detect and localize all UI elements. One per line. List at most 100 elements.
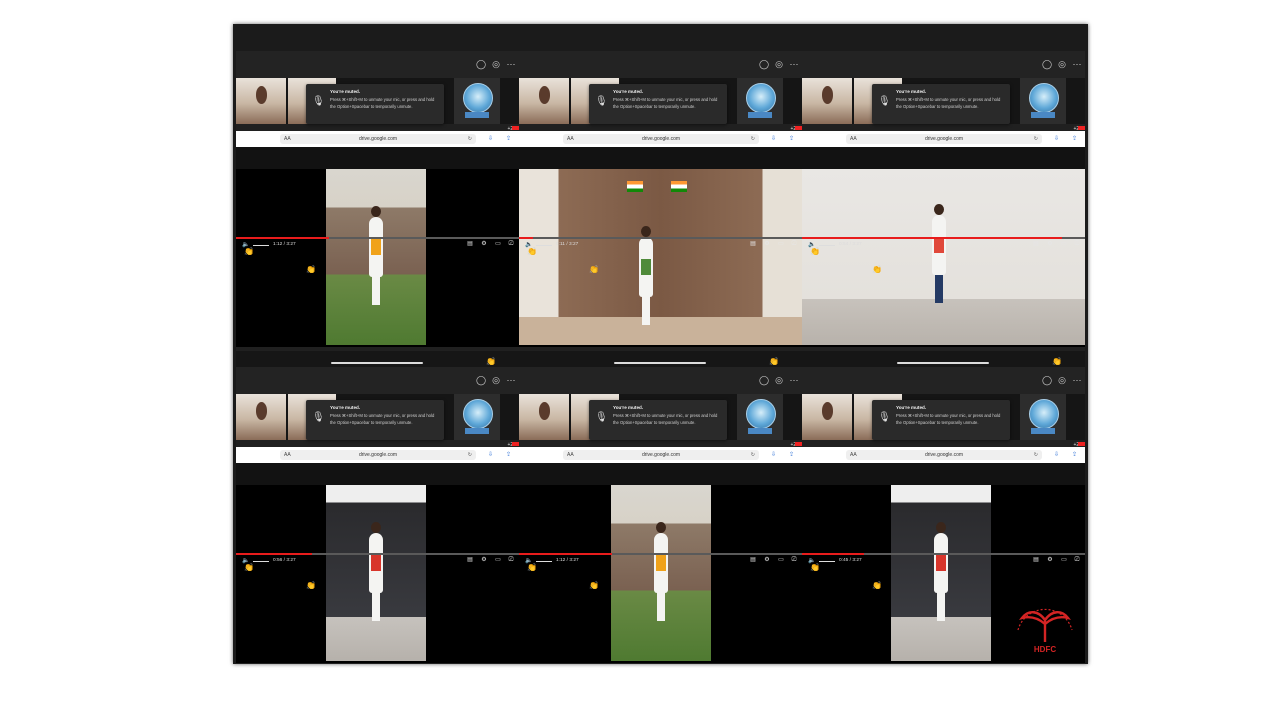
presenter-logo-tile[interactable]: [454, 394, 500, 440]
people-icon[interactable]: ◯: [476, 375, 486, 385]
picture-in-picture-icon[interactable]: ▭: [1060, 557, 1068, 564]
captions-icon[interactable]: ▤: [1032, 241, 1040, 248]
cast-icon[interactable]: ⎚: [1073, 241, 1081, 248]
activities-icon[interactable]: ◎: [1057, 59, 1067, 69]
more-icon[interactable]: ⋯: [789, 375, 799, 385]
download-icon[interactable]: ⇩: [1054, 451, 1059, 458]
participant-tile[interactable]: [802, 394, 852, 440]
more-icon[interactable]: ⋯: [789, 59, 799, 69]
clapping-hands-icon: 👏: [589, 265, 599, 274]
address-bar[interactable]: AA drive.google.com ↻: [846, 450, 1042, 460]
captions-icon[interactable]: ▤: [1032, 557, 1040, 564]
video-player[interactable]: [519, 169, 802, 347]
activities-icon[interactable]: ◎: [491, 375, 501, 385]
people-icon[interactable]: ◯: [1042, 59, 1052, 69]
reload-icon[interactable]: ↻: [751, 452, 755, 458]
settings-icon[interactable]: ⚙: [480, 241, 488, 248]
download-icon[interactable]: ⇩: [1054, 135, 1059, 142]
reload-icon[interactable]: ↻: [751, 136, 755, 142]
activities-icon[interactable]: ◎: [1057, 375, 1067, 385]
presenter-logo-tile[interactable]: [454, 78, 500, 124]
picture-in-picture-icon[interactable]: ▭: [777, 241, 785, 248]
participant-tile[interactable]: [236, 394, 286, 440]
captions-icon[interactable]: ▤: [466, 557, 474, 564]
participant-tile[interactable]: [519, 394, 569, 440]
dancer-legs: [657, 593, 665, 621]
address-bar[interactable]: AA drive.google.com ↻: [280, 134, 476, 144]
participant-tile[interactable]: [236, 78, 286, 124]
reload-icon[interactable]: ↻: [468, 452, 472, 458]
volume-slider[interactable]: [819, 561, 835, 562]
address-host: drive.google.com: [924, 452, 964, 458]
share-icon[interactable]: ⇪: [506, 135, 511, 142]
settings-icon[interactable]: ⚙: [1046, 557, 1054, 564]
reload-icon[interactable]: ↻: [1034, 136, 1038, 142]
download-icon[interactable]: ⇩: [771, 451, 776, 458]
download-icon[interactable]: ⇩: [488, 135, 493, 142]
volume-slider[interactable]: [253, 245, 269, 246]
volume-slider[interactable]: [819, 245, 835, 246]
picture-in-picture-icon[interactable]: ▭: [1060, 241, 1068, 248]
settings-icon[interactable]: ⚙: [480, 557, 488, 564]
presenter-logo-tile[interactable]: [1020, 394, 1066, 440]
picture-in-picture-icon[interactable]: ▭: [494, 557, 502, 564]
captions-icon[interactable]: ▤: [749, 557, 757, 564]
participant-tile[interactable]: [519, 78, 569, 124]
share-icon[interactable]: ⇪: [1072, 135, 1077, 142]
address-bar[interactable]: AA drive.google.com ↻: [563, 134, 759, 144]
share-icon[interactable]: ⇪: [789, 451, 794, 458]
video-frame: [611, 485, 711, 661]
video-player[interactable]: [236, 485, 519, 663]
cast-icon[interactable]: ⎚: [790, 241, 798, 248]
download-icon[interactable]: ⇩: [488, 451, 493, 458]
presenter-logo-tile[interactable]: [737, 394, 783, 440]
video-player[interactable]: [236, 169, 519, 347]
video-player[interactable]: [802, 169, 1085, 347]
dancer-sash: [641, 259, 651, 275]
reload-icon[interactable]: ↻: [468, 136, 472, 142]
cast-icon[interactable]: ⎚: [1073, 557, 1081, 564]
settings-icon[interactable]: ⚙: [763, 241, 771, 248]
people-icon[interactable]: ◯: [759, 375, 769, 385]
cast-icon[interactable]: ⎚: [507, 241, 515, 248]
address-bar[interactable]: AA drive.google.com ↻: [846, 134, 1042, 144]
activities-icon[interactable]: ◎: [491, 59, 501, 69]
cast-icon[interactable]: ⎚: [790, 557, 798, 564]
settings-icon[interactable]: ⚙: [763, 557, 771, 564]
address-bar[interactable]: AA drive.google.com ↻: [563, 450, 759, 460]
people-icon[interactable]: ◯: [1042, 375, 1052, 385]
dancer-head: [934, 204, 944, 215]
window-topbar: ◯ ◎ ⋯: [802, 367, 1085, 394]
clapping-hands-icon: 👏: [810, 563, 820, 572]
presenter-logo-tile[interactable]: [737, 78, 783, 124]
more-icon[interactable]: ⋯: [506, 59, 516, 69]
settings-icon[interactable]: ⚙: [1046, 241, 1054, 248]
more-icon[interactable]: ⋯: [1072, 375, 1082, 385]
muted-toast: 🎙 You're muted. Press ⌘+Shift+M to unmute …: [872, 84, 1010, 124]
people-icon[interactable]: ◯: [476, 59, 486, 69]
more-icon[interactable]: ⋯: [1072, 59, 1082, 69]
cast-icon[interactable]: ⎚: [507, 557, 515, 564]
reload-icon[interactable]: ↻: [1034, 452, 1038, 458]
share-icon[interactable]: ⇪: [789, 135, 794, 142]
volume-slider[interactable]: [536, 245, 552, 246]
captions-icon[interactable]: ▤: [749, 241, 757, 248]
clapping-hands-icon: 👏: [810, 247, 820, 256]
download-icon[interactable]: ⇩: [771, 135, 776, 142]
presenter-logo-tile[interactable]: [1020, 78, 1066, 124]
activities-icon[interactable]: ◎: [774, 59, 784, 69]
activities-icon[interactable]: ◎: [774, 375, 784, 385]
share-icon[interactable]: ⇪: [1072, 451, 1077, 458]
video-player[interactable]: [519, 485, 802, 663]
captions-icon[interactable]: ▤: [466, 241, 474, 248]
more-icon[interactable]: ⋯: [506, 375, 516, 385]
share-icon[interactable]: ⇪: [506, 451, 511, 458]
bottom-bar: [802, 351, 1085, 367]
participant-tile[interactable]: [802, 78, 852, 124]
people-icon[interactable]: ◯: [759, 59, 769, 69]
volume-slider[interactable]: [536, 561, 552, 562]
picture-in-picture-icon[interactable]: ▭: [494, 241, 502, 248]
address-bar[interactable]: AA drive.google.com ↻: [280, 450, 476, 460]
picture-in-picture-icon[interactable]: ▭: [777, 557, 785, 564]
volume-slider[interactable]: [253, 561, 269, 562]
